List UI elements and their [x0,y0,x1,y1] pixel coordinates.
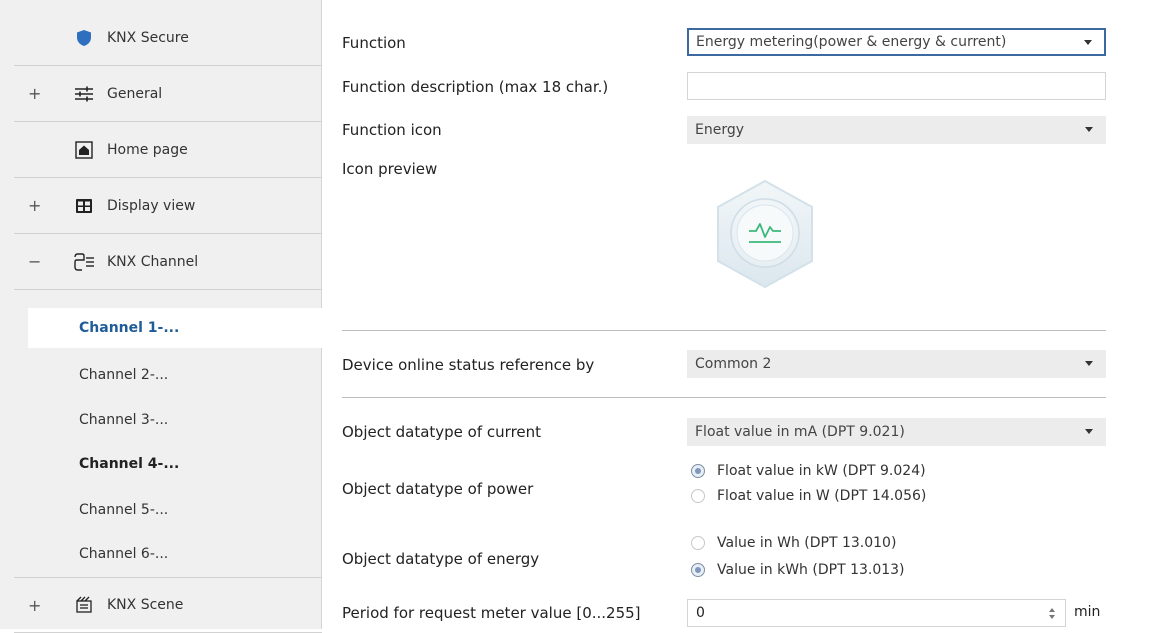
chevron-down-icon [1085,361,1093,366]
sidebar-item-label: Channel 4-... [79,456,180,472]
sidebar-item-channel-4[interactable]: Channel 4-... [28,444,322,484]
energy-option-wh[interactable]: Value in Wh (DPT 13.010) [691,535,896,551]
description-label: Function description (max 18 char.) [342,78,609,96]
scene-icon [73,594,95,616]
chevron-down-icon [1085,127,1093,132]
display-icon [73,195,95,217]
sidebar-item-label: General [107,85,163,102]
online-status-label: Device online status reference by [342,356,595,374]
sidebar-item-label: Channel 5-... [79,502,169,518]
knx-channel-icon [73,251,95,273]
sidebar-item-label: Channel 6-... [79,546,169,562]
period-unit: min [1074,604,1101,620]
sidebar-item-home-page[interactable]: Home page [14,122,322,178]
divider [342,330,1106,331]
current-datatype-dropdown[interactable]: Float value in mA (DPT 9.021) [687,418,1106,446]
collapse-icon[interactable]: − [28,252,41,271]
power-option-kw[interactable]: Float value in kW (DPT 9.024) [691,463,926,479]
current-datatype-value: Float value in mA (DPT 9.021) [695,424,905,440]
radio-button[interactable] [691,464,705,478]
sliders-icon [73,83,95,105]
description-input[interactable] [687,72,1106,100]
sidebar-item-knx-scene[interactable]: + KNX Scene [14,577,322,633]
energy-option-kwh[interactable]: Value in kWh (DPT 13.013) [691,562,905,578]
expand-icon[interactable]: + [28,596,41,615]
sidebar-item-label: Channel 2-... [79,367,169,383]
online-status-value: Common 2 [695,356,772,372]
function-label: Function [342,34,406,52]
period-stepper[interactable]: 0 [687,599,1066,627]
sidebar-item-channel-1[interactable]: Channel 1-... [28,308,337,348]
energy-pulse-icon [700,173,830,298]
period-value: 0 [696,605,705,621]
chevron-down-icon [1085,429,1093,434]
function-value: Energy metering(power & energy & current… [696,34,1007,50]
sidebar-item-channel-2[interactable]: Channel 2-... [28,355,322,395]
sidebar-item-label: Home page [107,141,188,158]
power-option-w[interactable]: Float value in W (DPT 14.056) [691,488,926,504]
radio-button[interactable] [691,489,705,503]
online-status-dropdown[interactable]: Common 2 [687,350,1106,378]
stepper-up-icon[interactable] [1049,608,1055,612]
sidebar-item-label: KNX Secure [107,29,189,46]
sidebar-item-label: KNX Channel [107,253,199,270]
sidebar-item-display-view[interactable]: + Display view [14,178,322,234]
function-icon-label: Function icon [342,121,442,139]
function-icon-value: Energy [695,122,745,138]
icon-preview-label: Icon preview [342,160,438,178]
sidebar-item-label: Display view [107,197,196,214]
chevron-down-icon [1084,40,1092,45]
period-label: Period for request meter value [0...255] [342,604,641,622]
sidebar-item-label: Channel 1-... [79,320,180,336]
sidebar: KNX Secure + General Home page + Display… [0,0,337,633]
sidebar-item-label: Channel 3-... [79,412,169,428]
radio-button[interactable] [691,563,705,577]
shield-icon [73,27,95,49]
function-icon-dropdown[interactable]: Energy [687,116,1106,144]
power-datatype-label: Object datatype of power [342,480,534,498]
sidebar-tree: KNX Secure + General Home page + Display… [14,10,337,633]
expand-icon[interactable]: + [28,196,41,215]
radio-label: Value in Wh (DPT 13.010) [717,535,897,551]
sidebar-item-channel-3[interactable]: Channel 3-... [28,400,322,440]
expand-icon[interactable]: + [28,84,41,103]
sidebar-item-knx-channel[interactable]: − KNX Channel [14,234,322,290]
home-icon [73,139,95,161]
sidebar-item-knx-secure[interactable]: KNX Secure [14,10,322,66]
sidebar-item-general[interactable]: + General [14,66,322,122]
sidebar-item-channel-6[interactable]: Channel 6-... [28,534,322,574]
stepper-down-icon[interactable] [1049,615,1055,619]
sidebar-item-label: KNX Scene [107,597,184,613]
sidebar-item-channel-5[interactable]: Channel 5-... [28,490,322,530]
radio-label: Float value in kW (DPT 9.024) [717,463,926,479]
divider [342,397,1106,398]
function-dropdown[interactable]: Energy metering(power & energy & current… [687,28,1106,56]
energy-datatype-label: Object datatype of energy [342,550,540,568]
radio-label: Value in kWh (DPT 13.013) [717,562,905,578]
current-datatype-label: Object datatype of current [342,423,542,441]
radio-label: Float value in W (DPT 14.056) [717,488,927,504]
radio-button[interactable] [691,536,705,550]
